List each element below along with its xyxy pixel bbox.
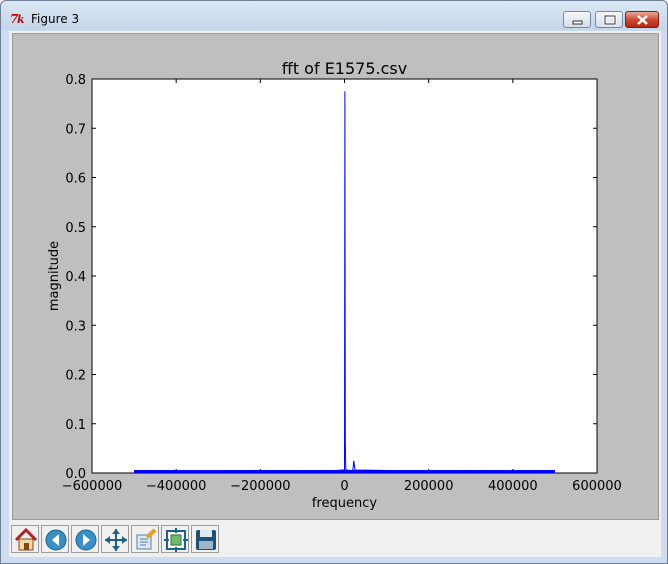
close-button[interactable]: [625, 11, 659, 28]
subplots-icon: [164, 528, 188, 552]
maximize-button[interactable]: [595, 11, 623, 28]
zoom-rect-icon: [136, 528, 157, 550]
figure-canvas[interactable]: −600000 −400000 −200000 0 200000 400000 600000…: [12, 33, 659, 520]
zoom-button[interactable]: [131, 525, 159, 553]
y-tick-label: 0.3: [65, 319, 86, 334]
x-tick-label: 0: [340, 479, 348, 494]
close-icon: [637, 15, 648, 25]
y-tick-label: 0.2: [65, 369, 86, 384]
forward-button[interactable]: [71, 525, 99, 553]
arrow-left-icon: [45, 529, 67, 551]
y-axis-label: magnitude: [47, 241, 62, 311]
x-tick-label: 600000: [572, 479, 622, 494]
home-button[interactable]: [11, 525, 39, 553]
y-tick-label: 0.6: [65, 172, 86, 187]
x-tick-label: 400000: [488, 479, 538, 494]
y-tick-label: 0.0: [65, 467, 86, 482]
y-tick-label: 0.1: [65, 418, 86, 433]
x-tick-label: −400000: [146, 479, 207, 494]
configure-subplots-button[interactable]: [161, 525, 189, 553]
navigation-toolbar: [9, 521, 661, 557]
y-tick-label: 0.7: [65, 122, 86, 137]
svg-text:k: k: [17, 13, 25, 25]
title-bar[interactable]: 7 k Figure 3: [1, 1, 667, 31]
pan-button[interactable]: [101, 525, 129, 553]
minimize-icon: [572, 20, 583, 25]
tk-feather-icon: 7 k: [10, 10, 28, 26]
x-axis-label: frequency: [312, 496, 378, 511]
y-tick-label: 0.8: [65, 73, 86, 88]
client-area: −600000 −400000 −200000 0 200000 400000 600000…: [9, 31, 661, 557]
floppy-disk-icon: [196, 530, 216, 550]
move-icon: [105, 529, 127, 551]
window-title: Figure 3: [31, 12, 80, 26]
home-icon: [14, 527, 38, 551]
maximize-icon: [603, 14, 617, 26]
x-tick-label: −200000: [230, 479, 291, 494]
x-tick-label: 200000: [404, 479, 454, 494]
minimize-button[interactable]: [563, 11, 591, 28]
plot-svg: −600000 −400000 −200000 0 200000 400000 600000…: [47, 59, 622, 511]
back-button[interactable]: [41, 525, 69, 553]
y-tick-label: 0.5: [65, 221, 86, 236]
arrow-right-icon: [75, 529, 97, 551]
figure-window: 7 k Figure 3 −600000 −400000 −200000 0 20000…: [0, 0, 668, 564]
save-button[interactable]: [191, 525, 219, 553]
chart-title: fft of E1575.csv: [282, 59, 407, 78]
y-tick-label: 0.4: [65, 270, 86, 285]
